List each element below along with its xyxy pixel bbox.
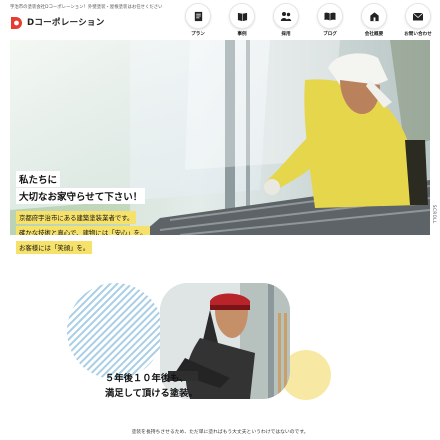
header-tagline: 宇治市の塗装会社Dコーポレーション！外壁塗装・屋根塗装はお任せください bbox=[10, 5, 163, 10]
scroll-indicator[interactable]: SCROLL bbox=[432, 205, 437, 224]
nav-label-contact: お問い合わせ bbox=[404, 32, 432, 37]
nav-label-recruit: 採用 bbox=[281, 32, 291, 37]
hero-banner: 私たちに 大切なお家守らせて下さい！ 京都府宇治市にある建築塗装業者です。 確か… bbox=[10, 40, 430, 235]
nav-label-plan: プラン bbox=[191, 32, 205, 37]
document-icon bbox=[194, 11, 202, 21]
nav-item-company[interactable]: 会社概要 bbox=[352, 3, 396, 37]
book-icon bbox=[237, 12, 247, 21]
nav-icon-circle bbox=[273, 3, 299, 29]
nav-item-recruit[interactable]: 採用 bbox=[264, 3, 308, 37]
site-header: 宇治市の塗装会社Dコーポレーション！外壁塗装・屋根塗装はお任せください Dコーポ… bbox=[0, 0, 440, 40]
nav-label-company: 会社概要 bbox=[364, 32, 384, 37]
mail-icon bbox=[412, 12, 424, 20]
nav-icon-circle bbox=[317, 3, 343, 29]
nav-icon-circle bbox=[185, 3, 211, 29]
nav-item-plan[interactable]: プラン bbox=[176, 3, 220, 37]
site-logo[interactable]: Dコーポレーション bbox=[10, 12, 105, 32]
hero-subtext-2: 確かな技術と真心で、建物には「安心」を。 bbox=[16, 220, 150, 235]
lower-copy: ５年後１０年後も、 満足して頂ける塗装。 bbox=[105, 371, 198, 401]
nav-label-blog: ブログ bbox=[323, 32, 337, 37]
building-icon bbox=[369, 11, 379, 21]
hero-subtext-3: お客様には「笑顔」を。 bbox=[16, 235, 93, 254]
people-icon bbox=[280, 12, 292, 21]
nav-item-contact[interactable]: お問い合わせ bbox=[396, 3, 440, 37]
logo-d-icon bbox=[10, 15, 24, 29]
copy-line-1: ５年後１０年後も、 bbox=[105, 373, 189, 384]
nav-item-blog[interactable]: ブログ bbox=[308, 3, 352, 37]
nav-icon-circle bbox=[405, 3, 431, 29]
hero-heading-2: 大切なお家守らせて下さい！ bbox=[16, 185, 146, 204]
copy-line-2: 満足して頂ける塗装。 bbox=[105, 388, 198, 399]
nav-icon-circle bbox=[361, 3, 387, 29]
nav-label-cases: 事例 bbox=[237, 32, 247, 37]
logo-text: Dコーポレーション bbox=[27, 18, 105, 28]
main-nav: プラン 事例 採用 ブログ 会社概要 お問い合わせ bbox=[176, 3, 440, 37]
nav-item-cases[interactable]: 事例 bbox=[220, 3, 264, 37]
open-book-icon bbox=[324, 12, 336, 21]
bottom-description: 塗装を長持ちさせるため、ただ単に塗ればもう大丈夫というわけではないのです。 bbox=[131, 430, 309, 435]
nav-icon-circle bbox=[229, 3, 255, 29]
